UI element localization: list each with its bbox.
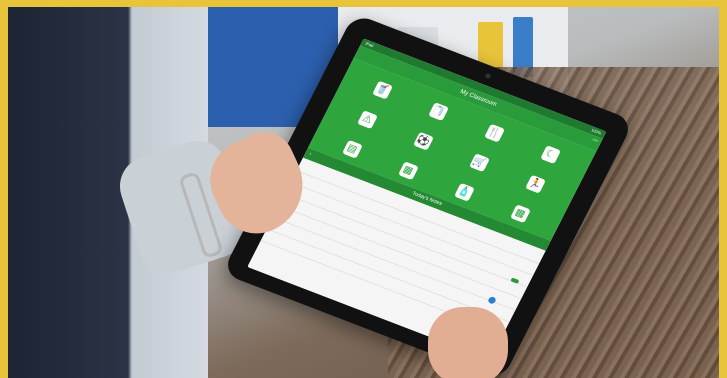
back-button[interactable]: ‹	[307, 149, 314, 159]
right-hand	[428, 307, 508, 378]
grid-icon: ▩	[509, 204, 531, 223]
utensils-icon: 🍴	[483, 123, 505, 143]
header-button[interactable]	[592, 138, 599, 143]
warning-icon: ⚠	[356, 110, 378, 129]
drink-icon: 🥤	[371, 80, 393, 100]
note-icon: ▤	[341, 139, 363, 159]
running-icon: 🏃	[524, 174, 546, 194]
bottle-icon: 🧴	[453, 182, 475, 202]
toilet-paper-icon: 🧻	[427, 102, 449, 121]
classroom-photo: iPad 100% My Classroom 🥤 🧻 🍴 ☾ ⚠ ⚽ 🛒 🏃 ▤ ▦ 🧴 ▩ ‹ To…	[8, 7, 719, 378]
moon-icon: ☾	[539, 145, 561, 164]
calendar-icon: ▦	[397, 161, 419, 180]
ball-icon: ⚽	[412, 131, 434, 151]
camera	[484, 72, 492, 80]
cart-icon: 🛒	[468, 153, 490, 172]
photo-frame: iPad 100% My Classroom 🥤 🧻 🍴 ☾ ⚠ ⚽ 🛒 🏃 ▤ ▦ 🧴 ▩ ‹ To…	[0, 0, 727, 378]
